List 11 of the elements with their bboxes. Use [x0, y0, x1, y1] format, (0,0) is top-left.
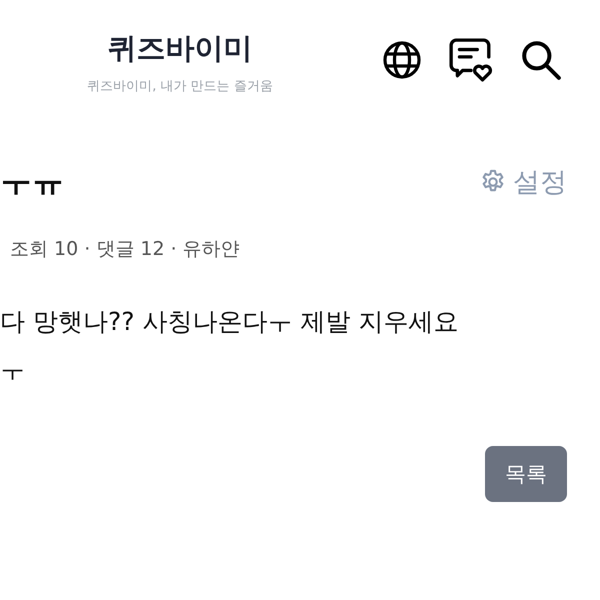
site-tagline: 퀴즈바이미, 내가 만드는 즐거움: [87, 78, 273, 95]
post-title: ㅜㅠ: [0, 161, 64, 202]
site-logo[interactable]: 퀴즈바이미: [108, 29, 252, 69]
message-heart-icon[interactable]: [448, 37, 494, 83]
settings-button[interactable]: 설정: [479, 164, 567, 200]
post-text-line: 다 망햇나?? 사칭나온다ㅜ 제발 지우세요: [0, 306, 460, 338]
post-meta: 조회 10 · 댓글 12 · 유하얀: [10, 237, 241, 262]
search-icon[interactable]: [520, 39, 562, 81]
post-text-line: ㅜ: [0, 354, 26, 386]
globe-icon[interactable]: [382, 40, 422, 80]
list-button[interactable]: 목록: [485, 446, 567, 502]
